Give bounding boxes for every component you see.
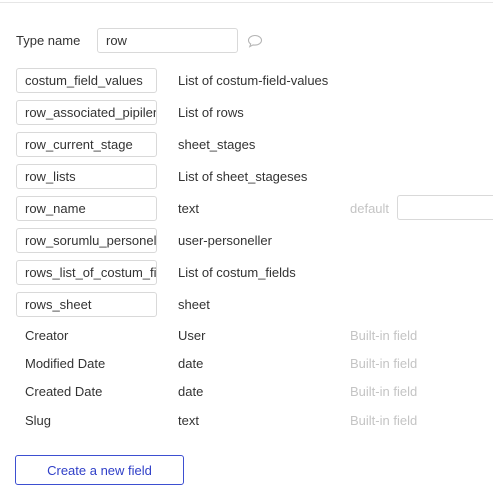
field-row: costum_field_values List of costum-field… <box>16 68 493 93</box>
default-value-input[interactable] <box>397 195 493 220</box>
field-type[interactable]: List of costum_fields <box>178 260 296 285</box>
builtin-field-note: Built-in field <box>350 384 418 399</box>
builtin-field-note: Built-in field <box>350 356 418 371</box>
field-type[interactable]: sheet_stages <box>178 132 255 157</box>
field-name-input[interactable]: row_name <box>16 196 157 221</box>
builtin-field-name: Modified Date <box>25 356 106 371</box>
builtin-field-type: User <box>178 328 206 343</box>
field-row: row_associated_pipilene List of rows <box>16 100 493 125</box>
field-name-input[interactable]: rows_sheet <box>16 292 157 317</box>
field-row: row_name text default <box>16 195 493 221</box>
create-new-field-button[interactable]: Create a new field <box>15 455 184 485</box>
builtin-field-row: Created Date date Built-in field <box>16 379 493 404</box>
default-label: default <box>350 201 390 216</box>
field-row: row_lists List of sheet_stageses <box>16 164 493 189</box>
field-row: row_current_stage sheet_stages <box>16 132 493 157</box>
field-row: rows_sheet sheet <box>16 292 493 317</box>
field-type[interactable]: sheet <box>178 292 210 317</box>
builtin-field-name: Creator <box>25 328 69 343</box>
field-type[interactable]: List of costum-field-values <box>178 68 328 93</box>
field-row: row_sorumlu_personel user-personeller <box>16 228 493 253</box>
field-name-input[interactable]: row_sorumlu_personel <box>16 228 157 253</box>
builtin-field-name: Created Date <box>25 384 103 399</box>
comment-icon[interactable] <box>246 33 264 49</box>
builtin-field-type: text <box>178 413 199 428</box>
field-type[interactable]: List of rows <box>178 100 244 125</box>
builtin-field-name: Slug <box>25 413 52 428</box>
builtin-field-type: date <box>178 356 204 371</box>
field-name-input[interactable]: row_associated_pipilene <box>16 100 157 125</box>
type-name-row: Type name row <box>16 28 264 53</box>
field-name-input[interactable]: costum_field_values <box>16 68 157 93</box>
field-row: rows_list_of_costum_fields List of costu… <box>16 260 493 285</box>
builtin-field-note: Built-in field <box>350 328 418 343</box>
builtin-field-row: Modified Date date Built-in field <box>16 351 493 376</box>
field-type[interactable]: user-personeller <box>178 228 272 253</box>
builtin-field-type: date <box>178 384 204 399</box>
builtin-field-note: Built-in field <box>350 413 418 428</box>
type-name-input[interactable]: row <box>97 28 238 53</box>
builtin-field-row: Slug text Built-in field <box>16 408 493 433</box>
type-name-label: Type name <box>16 33 81 48</box>
field-name-input[interactable]: row_current_stage <box>16 132 157 157</box>
field-name-input[interactable]: rows_list_of_costum_fields <box>16 260 157 285</box>
field-type[interactable]: text <box>178 196 199 221</box>
top-divider <box>0 2 493 3</box>
field-type[interactable]: List of sheet_stageses <box>178 164 307 189</box>
field-name-input[interactable]: row_lists <box>16 164 157 189</box>
builtin-field-row: Creator User Built-in field <box>16 323 493 348</box>
